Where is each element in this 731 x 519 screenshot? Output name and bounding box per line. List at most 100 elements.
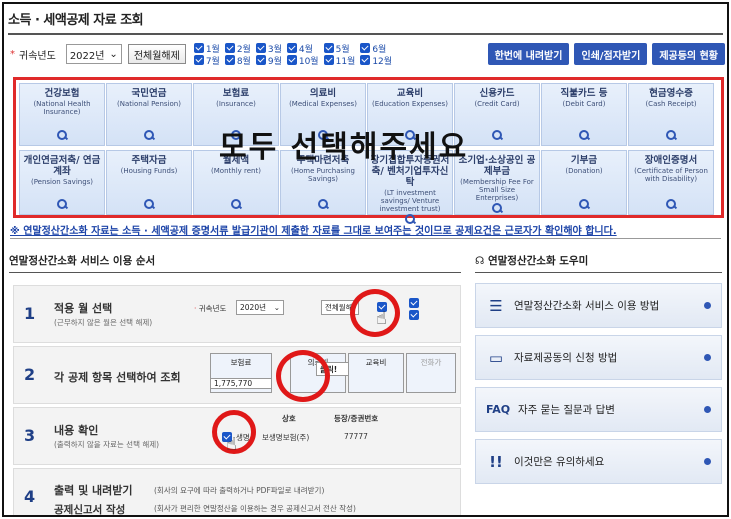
helper-item-faq[interactable]: FAQ 자주 묻는 질문과 답변 [475, 387, 722, 432]
step-number: 3 [24, 426, 36, 445]
helper-item-usage-guide[interactable]: ☰ 연말정산간소화 서비스 이용 방법 [475, 283, 722, 328]
checkbox-icon [286, 43, 297, 53]
category-tile[interactable]: 건강보험 (National Health Insurance) [19, 83, 105, 146]
category-label: 의료비 [309, 88, 337, 99]
category-tile[interactable]: 주택자금 (Housing Funds) [106, 150, 192, 215]
checkbox-icon [224, 55, 235, 65]
provision-status-button[interactable]: 제공등의 현황 [652, 43, 725, 65]
category-english-label: (Debit Card) [562, 100, 606, 108]
step-subtitle: (근무하지 않은 월은 선택 해제) [54, 318, 153, 327]
page-frame: 소득 · 세액공제 자료 조회 * 귀속년도 2022년 ⌄ 전체월해제 1월 7… [2, 2, 729, 517]
mock-row-number: 77777 [344, 432, 368, 441]
category-english-label: (Monthly rent) [211, 167, 261, 175]
highlight-circle [350, 289, 400, 337]
category-label: 직불카드 등 [560, 88, 608, 99]
month-checkbox-12[interactable]: 12월 [360, 55, 392, 67]
year-select[interactable]: 2022년 ⌄ [65, 44, 122, 64]
download-all-button[interactable]: 한번에 내려받기 [487, 43, 570, 65]
category-english-label: (National Pension) [117, 100, 181, 108]
category-label: 개인연금저축/ 연금계좌 [23, 155, 101, 177]
checkbox-icon [323, 43, 334, 53]
category-tile[interactable]: 개인연금저축/ 연금계좌 (Pension Savings) [19, 150, 105, 215]
helper-list: ☰ 연말정산간소화 서비스 이용 방법 ▭ 자료제공동의 신청 방법 FAQ 자… [475, 283, 722, 491]
category-tile[interactable]: 기부금 (Donation) [541, 150, 627, 215]
mock-category-education: 교육비 [348, 353, 404, 393]
search-icon [578, 198, 590, 210]
print-braille-button[interactable]: 인쇄/점자받기 [574, 43, 648, 65]
mock-year-label: · 귀속년도 [194, 304, 227, 313]
toggle-all-months-button[interactable]: 전체월해제 [127, 44, 186, 64]
category-label: 교육비 [396, 88, 424, 99]
checkbox-icon [286, 55, 297, 65]
mock-year-select: 2020년 ⌄ [236, 300, 284, 315]
search-icon [56, 129, 68, 141]
arrow-circle-icon [704, 406, 711, 413]
checkbox-icon [193, 55, 204, 65]
category-english-label: (LT investment savings/ Venture investme… [379, 189, 441, 213]
step-description-1: (회사의 요구에 따라 출력하거나 PDF파일로 내려받기) [154, 486, 325, 495]
search-icon [230, 198, 242, 210]
month-checkboxes: 1월 7월 2월 8월 3월 9월 4월 10월 5월 11월 6월 12월 [193, 43, 392, 67]
checkbox-icon [255, 43, 266, 53]
category-english-label: (Medical Expenses) [289, 100, 357, 108]
month-checkbox-7[interactable]: 7월 [193, 55, 220, 67]
category-label: 장애인증명서 [644, 155, 698, 166]
checkbox-icon [360, 43, 371, 53]
helper-item-consent-guide[interactable]: ▭ 자료제공동의 신청 방법 [475, 335, 722, 380]
arrow-circle-icon [704, 302, 711, 309]
exclamation-icon: !! [489, 452, 503, 471]
notice-divider [10, 238, 721, 239]
month-checkbox-11[interactable]: 11월 [323, 55, 355, 67]
step-title: 각 공제 항목 선택하여 조회 [54, 371, 181, 384]
category-english-label: (Insurance) [216, 100, 256, 108]
category-english-label: (Education Expenses) [372, 100, 448, 108]
search-icon [317, 198, 329, 210]
mock-checkbox-icon [409, 298, 419, 308]
hand-cursor-icon: ☝ [376, 308, 387, 329]
step-1: 1 적용 월 선택 (근무하지 않은 월은 선택 해제) · 귀속년도 2020… [13, 285, 461, 343]
title-divider [8, 33, 723, 35]
checkbox-icon [323, 55, 334, 65]
category-english-label: (National Health Insurance) [33, 100, 91, 116]
checkbox-icon [360, 55, 371, 65]
action-buttons: 한번에 내려받기 인쇄/점자받기 제공등의 현황 [487, 43, 725, 65]
mock-col-company: 상호 [282, 414, 296, 423]
category-tile[interactable]: 장애인증명서 (Certificate of Person with Disabi… [628, 150, 714, 215]
search-icon [578, 129, 590, 141]
category-label: 현금영수증 [649, 88, 693, 99]
faq-icon: FAQ [486, 403, 511, 416]
step-4: 4 출력 및 내려받기 공제신고서 작성 (회사의 요구에 따라 출력하거나 P… [13, 468, 461, 515]
step-description-2: (회사가 편리한 연말정산을 이용하는 경우 공제신고서 전산 작성) [154, 504, 356, 513]
month-checkbox-2[interactable]: 2월 [224, 43, 251, 55]
filter-row: * 귀속년도 2022년 ⌄ 전체월해제 1월 7월 2월 8월 3월 9월 4월 10… [10, 42, 725, 67]
category-label: 보험료 [222, 88, 250, 99]
month-checkbox-8[interactable]: 8월 [224, 55, 251, 67]
list-icon: ☰ [489, 296, 503, 315]
month-checkbox-10[interactable]: 10월 [286, 55, 319, 67]
mock-amount: 1,775,770 [210, 378, 272, 389]
category-label: 주택자금 [131, 155, 167, 166]
month-checkbox-9[interactable]: 9월 [255, 55, 282, 67]
helper-item-cautions[interactable]: !! 이것만은 유의하세요 [475, 439, 722, 484]
step-title: 내용 확인 [54, 424, 99, 437]
search-icon [665, 198, 677, 210]
step-3: 3 내용 확인 (출력하지 않을 자료는 선택 해제) 상호 등장/증권번호 생… [13, 407, 461, 465]
chevron-down-icon: ⌄ [109, 48, 118, 60]
notice-text[interactable]: ※ 연말정산간소화 자료는 소득 · 세액공제 증명서류 발급기관이 제출한 자… [10, 222, 617, 237]
category-label: 신용카드 [479, 88, 515, 99]
month-checkbox-5[interactable]: 5월 [323, 43, 356, 55]
category-english-label: (Home Purchasing Savings) [291, 167, 355, 183]
steps-section-title: 연말정산간소화 서비스 이용 순서 [9, 255, 156, 267]
mock-col-number: 등장/증권번호 [334, 414, 379, 423]
category-english-label: (Cash Receipt) [645, 100, 697, 108]
year-label: 귀속년도 [19, 50, 56, 62]
month-checkbox-1[interactable]: 1월 [193, 43, 220, 55]
month-checkbox-3[interactable]: 3월 [255, 43, 282, 55]
month-checkbox-6[interactable]: 6월 [360, 43, 392, 55]
checkbox-icon [255, 55, 266, 65]
category-tile[interactable]: 국민연금 (National Pension) [106, 83, 192, 146]
step-title: 출력 및 내려받기 [54, 484, 133, 497]
category-tile[interactable]: 현금영수증 (Cash Receipt) [628, 83, 714, 146]
category-tile[interactable]: 직불카드 등 (Debit Card) [541, 83, 627, 146]
month-checkbox-4[interactable]: 4월 [286, 43, 319, 55]
